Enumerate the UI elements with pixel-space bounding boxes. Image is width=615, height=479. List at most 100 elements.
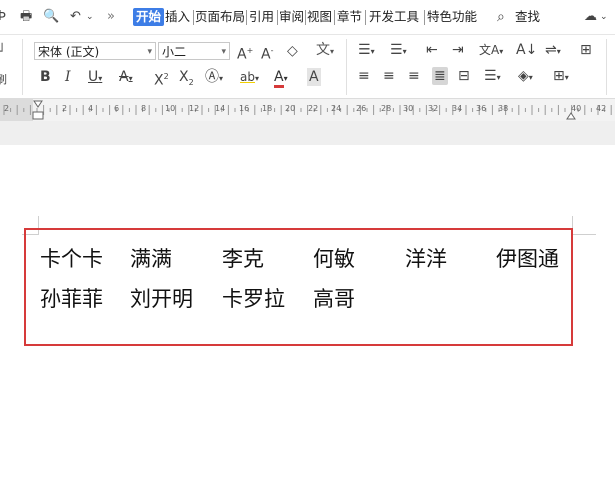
menu-bar: Þ 🖶 🔍 ↶ ⌄ » 开始 插入 页面布局 引用 审阅 视图 章节 开发工具 …: [0, 0, 615, 35]
justify-button[interactable]: ≣: [432, 67, 448, 85]
ruler-number: 36: [476, 104, 487, 113]
tab-separator: [365, 10, 366, 25]
ruler-number: 34: [452, 104, 463, 113]
strikethrough-button[interactable]: A▾: [119, 68, 133, 88]
ruler-number: 38: [498, 104, 509, 113]
ruler-number: 40: [571, 104, 582, 113]
name-cell[interactable]: 卡个卡: [40, 246, 103, 272]
font-name-value: 宋体 (正文): [38, 45, 100, 59]
shading-button[interactable]: ◈▾: [518, 67, 533, 87]
name-cell[interactable]: 刘开明: [130, 286, 193, 312]
shrink-font-icon[interactable]: A-: [261, 42, 273, 64]
line-spacing-button[interactable]: ☰▾: [484, 67, 501, 87]
tab-home[interactable]: 开始: [133, 8, 165, 26]
tab-sections[interactable]: 章节: [337, 8, 362, 26]
phonetic-guide-icon[interactable]: 文▾: [316, 41, 334, 61]
preview-icon[interactable]: 🔍: [43, 8, 59, 26]
font-size-select[interactable]: 小二 ▾: [158, 42, 230, 60]
ruler-number: 8: [141, 104, 147, 113]
crop-mark: [572, 234, 596, 235]
tab-insert[interactable]: 插入: [165, 8, 190, 26]
highlighted-text-region: [24, 228, 573, 346]
tab-separator: [334, 10, 335, 25]
increase-indent-button[interactable]: ⇥: [452, 41, 464, 59]
ruler-number: 2: [62, 104, 68, 113]
ruler-number: 42: [596, 104, 607, 113]
subscript-button[interactable]: X2: [179, 68, 194, 92]
chinese-layout-button[interactable]: 文A▾: [479, 41, 503, 61]
numbered-list-button[interactable]: ☰▾: [390, 41, 407, 61]
ruler-number: 4: [88, 104, 94, 113]
char-shading-button[interactable]: A: [307, 68, 321, 86]
print-icon[interactable]: 🖶: [20, 8, 32, 26]
clear-format-icon[interactable]: ◇: [287, 42, 298, 60]
tab-view[interactable]: 视图: [307, 8, 332, 26]
search-icon[interactable]: ⌕: [497, 8, 505, 26]
table-border-icon[interactable]: ⊞: [580, 41, 592, 59]
tab-separator: [246, 10, 247, 25]
tab-separator: [193, 10, 194, 25]
ruler-number: 6: [114, 104, 120, 113]
ruler-number: 16: [239, 104, 250, 113]
superscript-button[interactable]: X2: [154, 68, 169, 90]
name-cell[interactable]: 何敏: [313, 246, 355, 272]
tab-references[interactable]: 引用: [249, 8, 274, 26]
ruler-number: 12: [189, 104, 200, 113]
name-cell[interactable]: 孙菲菲: [40, 286, 103, 312]
ribbon-toolbar: ┘ 刷 宋体 (正文) ▾ 小二 ▾ A+ A- ◇ 文▾ B I U▾ A▾ …: [0, 35, 615, 97]
bullet-list-button[interactable]: ☰▾: [358, 41, 375, 61]
tab-page-layout[interactable]: 页面布局: [195, 8, 245, 26]
ruler-number: 20: [285, 104, 296, 113]
align-right-button[interactable]: ≡: [408, 67, 420, 85]
distributed-align-button[interactable]: ⊟: [458, 67, 470, 85]
tab-separator: [277, 10, 278, 25]
name-cell[interactable]: 高哥: [313, 286, 355, 312]
group-divider: [606, 39, 607, 95]
format-painter-icon[interactable]: ┘: [0, 43, 6, 61]
more-tabs-icon[interactable]: »: [107, 8, 115, 26]
name-cell[interactable]: 伊图通: [496, 246, 559, 272]
name-cell[interactable]: 卡罗拉: [222, 286, 285, 312]
cloud-sync-icon[interactable]: ☁: [584, 8, 597, 26]
borders-button[interactable]: ⊞▾: [553, 67, 569, 87]
font-color-button[interactable]: A▾: [274, 68, 288, 88]
ruler-number: 26: [356, 104, 367, 113]
line-break-button[interactable]: ⇌▾: [545, 41, 561, 61]
group-divider: [22, 39, 23, 95]
horizontal-ruler[interactable]: 2 2 4 6 8 10 12 14 16 18 20 22 24 26 28 30 32 34 36 38 40 42: [0, 98, 615, 122]
ruler-number: 24: [331, 104, 342, 113]
chevron-down-icon: ▾: [147, 47, 152, 57]
group-divider: [346, 39, 347, 95]
tab-special-features[interactable]: 特色功能: [427, 8, 477, 26]
name-cell[interactable]: 满满: [130, 246, 172, 272]
undo-icon[interactable]: ↶: [70, 8, 81, 26]
page-top-margin: [0, 121, 615, 145]
decrease-indent-button[interactable]: ⇤: [426, 41, 438, 59]
ruler-number: 30: [403, 104, 414, 113]
tab-separator: [424, 10, 425, 25]
tab-developer[interactable]: 开发工具: [369, 8, 419, 26]
font-name-select[interactable]: 宋体 (正文) ▾: [34, 42, 156, 60]
name-cell[interactable]: 洋洋: [405, 246, 447, 272]
highlight-button[interactable]: ab▾: [240, 68, 259, 88]
grow-font-icon[interactable]: A+: [237, 42, 253, 64]
undo-dropdown-icon[interactable]: ⌄: [86, 8, 94, 26]
search-label[interactable]: 查找: [515, 8, 540, 26]
sort-button[interactable]: A↓: [516, 41, 537, 59]
font-size-value: 小二: [162, 45, 187, 59]
underline-button[interactable]: U▾: [88, 68, 102, 88]
ruler-number: 22: [308, 104, 319, 113]
align-left-button[interactable]: ≡: [358, 67, 370, 85]
cloud-dropdown-icon[interactable]: ⌄: [600, 8, 608, 26]
ruler-number: 18: [262, 104, 273, 113]
align-center-button[interactable]: ≡: [383, 67, 395, 85]
print-preview-icon[interactable]: Þ: [0, 8, 6, 26]
name-cell[interactable]: 李克: [222, 246, 264, 272]
bold-button[interactable]: B: [40, 68, 51, 86]
italic-button[interactable]: I: [65, 68, 71, 86]
format-painter-label[interactable]: 刷: [0, 71, 7, 89]
tab-review[interactable]: 审阅: [279, 8, 304, 26]
text-effects-button[interactable]: Ⓐ▾: [205, 68, 223, 88]
ruler-number: 2: [4, 104, 10, 113]
ruler-number: 10: [165, 104, 176, 113]
